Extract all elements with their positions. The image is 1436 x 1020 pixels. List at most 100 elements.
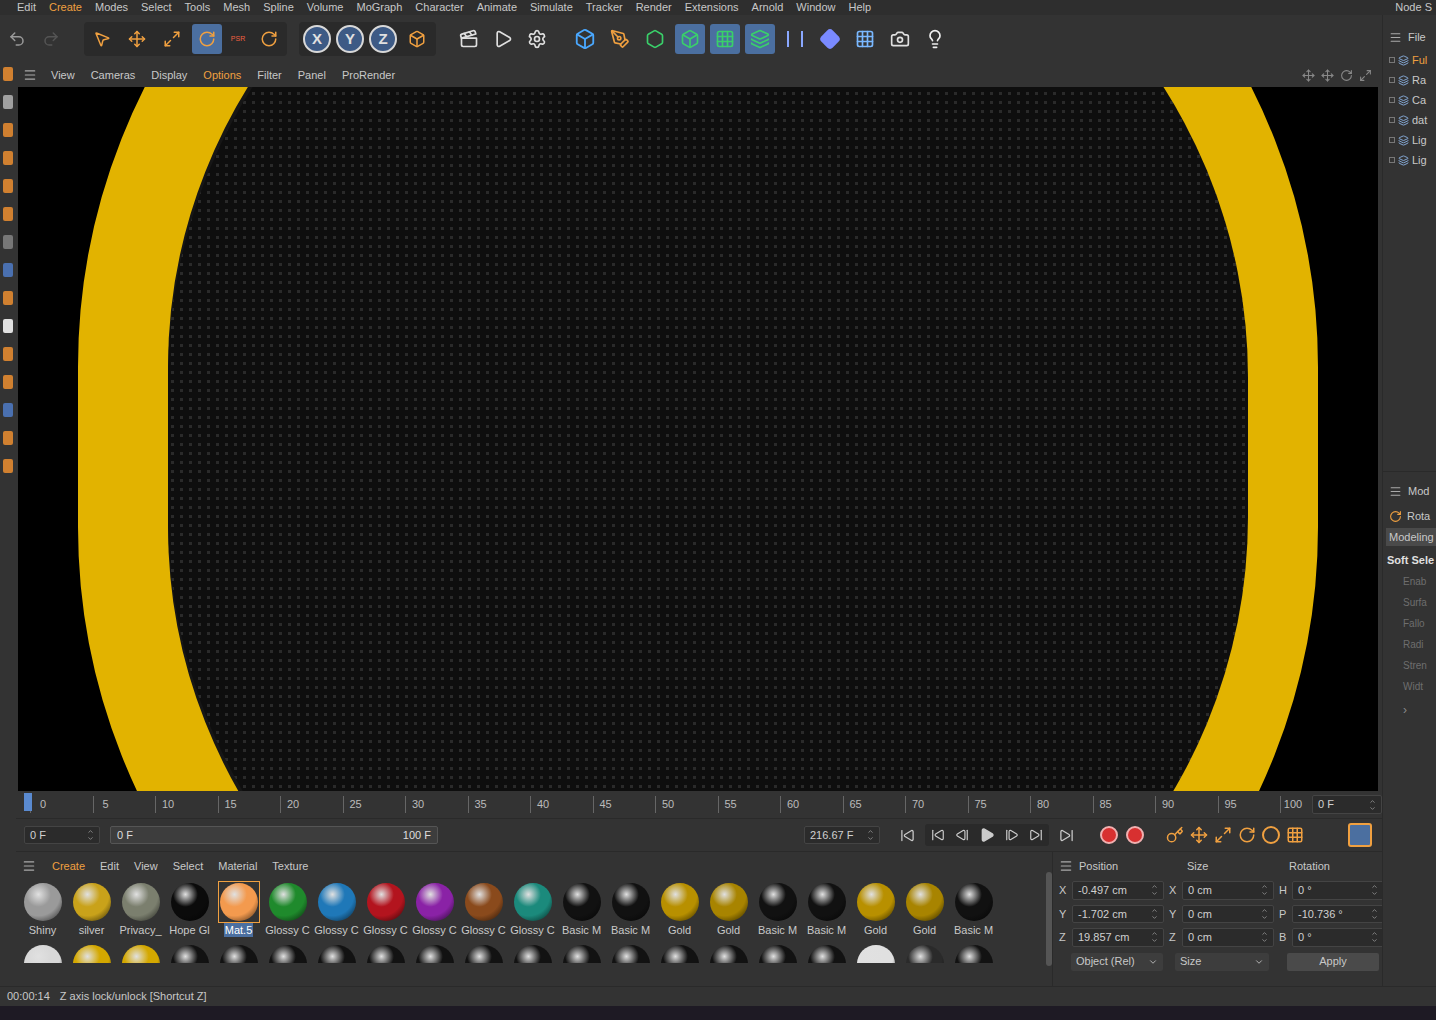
mode-tool-icon[interactable] bbox=[3, 95, 13, 109]
next-key-icon[interactable] bbox=[1029, 828, 1043, 842]
material-preview[interactable] bbox=[759, 945, 797, 963]
render-view-button[interactable] bbox=[454, 24, 484, 54]
menu-item[interactable]: Mesh bbox=[223, 2, 250, 13]
key-param-icon[interactable] bbox=[1262, 826, 1280, 844]
next-frame-icon[interactable] bbox=[1005, 828, 1019, 842]
key-pla-icon[interactable] bbox=[1286, 826, 1304, 844]
cloner-button[interactable] bbox=[710, 24, 740, 54]
position-field[interactable]: 19.857 cm bbox=[1072, 928, 1164, 947]
material-preview[interactable] bbox=[857, 883, 895, 921]
menu-item[interactable]: Extensions bbox=[685, 2, 739, 13]
material-preview[interactable] bbox=[955, 883, 993, 921]
spin-arrows-icon[interactable] bbox=[1151, 930, 1158, 944]
timeline-window-icon[interactable] bbox=[1348, 823, 1372, 847]
mode-tool-icon[interactable] bbox=[3, 67, 13, 81]
spin-arrows-icon[interactable] bbox=[1151, 883, 1158, 897]
material-preview[interactable] bbox=[318, 945, 356, 963]
material-swatch[interactable]: Gold bbox=[704, 877, 753, 937]
size-mode-dropdown[interactable]: Size bbox=[1175, 953, 1269, 971]
material-swatch[interactable]: Basic M bbox=[606, 877, 655, 937]
spin-arrows-icon[interactable] bbox=[1371, 930, 1378, 944]
pan-view-icon[interactable] bbox=[1302, 69, 1315, 82]
mode-tool-icon[interactable] bbox=[3, 151, 13, 165]
axis-lock-button[interactable]: X bbox=[303, 25, 331, 53]
object-row[interactable]: Lig bbox=[1383, 150, 1436, 170]
viewport-menu-item[interactable]: Cameras bbox=[91, 67, 136, 84]
cube-button[interactable] bbox=[570, 24, 600, 54]
hamburger-icon[interactable] bbox=[1389, 485, 1402, 498]
mode-tool-icon[interactable] bbox=[3, 431, 13, 445]
material-preview[interactable] bbox=[808, 883, 846, 921]
material-preview[interactable] bbox=[710, 945, 748, 963]
material-preview[interactable] bbox=[465, 945, 503, 963]
record-icon[interactable] bbox=[1100, 826, 1118, 844]
hamburger-icon[interactable] bbox=[1059, 859, 1073, 873]
material-preview[interactable] bbox=[514, 883, 552, 921]
expand-box-icon[interactable] bbox=[1389, 97, 1395, 103]
material-swatch[interactable]: Glossy C bbox=[508, 877, 557, 937]
render-settings-button[interactable] bbox=[522, 24, 552, 54]
viewport-menu-item[interactable]: Display bbox=[151, 67, 187, 84]
material-swatch[interactable]: Privacy_ bbox=[116, 877, 165, 937]
material-preview[interactable] bbox=[661, 883, 699, 921]
object-row[interactable]: dat bbox=[1383, 110, 1436, 130]
position-field[interactable]: -0.497 cm bbox=[1072, 881, 1164, 900]
menu-item[interactable]: Animate bbox=[477, 2, 517, 13]
spin-arrows-icon[interactable] bbox=[1371, 907, 1378, 921]
camera-button[interactable] bbox=[885, 24, 915, 54]
auto-key-icon[interactable] bbox=[1126, 826, 1144, 844]
material-preview[interactable] bbox=[808, 945, 846, 963]
material-preview[interactable] bbox=[24, 945, 62, 963]
field-button[interactable] bbox=[815, 24, 845, 54]
material-preview[interactable] bbox=[367, 945, 405, 963]
spin-arrows-icon[interactable] bbox=[1261, 930, 1268, 944]
material-preview[interactable] bbox=[220, 883, 258, 921]
menu-item[interactable]: Modes bbox=[95, 2, 128, 13]
timeline-ruler[interactable]: 0510152025303540455055606570758085909510… bbox=[16, 791, 1382, 819]
psr-button[interactable]: PSR bbox=[227, 24, 249, 54]
menu-item[interactable]: Select bbox=[141, 2, 172, 13]
material-preview[interactable] bbox=[171, 883, 209, 921]
material-swatch[interactable]: Hope Gl bbox=[165, 877, 214, 937]
mode-tool-icon[interactable] bbox=[3, 459, 13, 473]
expand-box-icon[interactable] bbox=[1389, 77, 1395, 83]
viewport-menu-item[interactable]: Panel bbox=[298, 67, 326, 84]
previous-key-icon[interactable] bbox=[931, 828, 945, 842]
key-scale-icon[interactable] bbox=[1214, 826, 1232, 844]
move-tool-button[interactable] bbox=[122, 24, 152, 54]
material-menu-item[interactable]: View bbox=[134, 858, 158, 875]
axis-lock-button[interactable]: Z bbox=[369, 25, 397, 53]
orbit-view-icon[interactable] bbox=[1340, 69, 1353, 82]
key-position-icon[interactable] bbox=[1190, 826, 1208, 844]
material-preview[interactable] bbox=[416, 945, 454, 963]
mode-tool-icon[interactable] bbox=[3, 291, 13, 305]
menu-item[interactable]: Tools bbox=[185, 2, 211, 13]
material-swatch[interactable]: Mat.5 bbox=[214, 877, 263, 937]
menu-item[interactable]: Arnold bbox=[752, 2, 784, 13]
play-icon[interactable] bbox=[979, 827, 995, 843]
material-swatch[interactable]: silver bbox=[67, 877, 116, 937]
viewport-menu-item[interactable]: View bbox=[51, 67, 75, 84]
mode-tool-icon[interactable] bbox=[3, 403, 13, 417]
hamburger-icon[interactable] bbox=[23, 68, 37, 82]
material-preview[interactable] bbox=[906, 883, 944, 921]
rotation-field[interactable]: -10.736 ° bbox=[1292, 905, 1384, 924]
object-row[interactable]: Lig bbox=[1383, 130, 1436, 150]
menu-item[interactable]: Create bbox=[49, 2, 82, 13]
menu-item[interactable]: Render bbox=[636, 2, 672, 13]
menu-item[interactable]: MoGraph bbox=[356, 2, 402, 13]
end-frame-field[interactable]: 216.67 F bbox=[804, 826, 880, 845]
scale-tool-button[interactable] bbox=[157, 24, 187, 54]
apply-button[interactable]: Apply bbox=[1287, 953, 1379, 971]
menu-item[interactable]: Spline bbox=[263, 2, 294, 13]
spin-arrows-icon[interactable] bbox=[1151, 907, 1158, 921]
mode-tool-icon[interactable] bbox=[3, 179, 13, 193]
material-preview[interactable] bbox=[563, 945, 601, 963]
floor-button[interactable] bbox=[850, 24, 880, 54]
material-swatch[interactable]: Glossy C bbox=[361, 877, 410, 937]
recent-tool-button[interactable] bbox=[254, 24, 284, 54]
viewport-menu-item[interactable]: Filter bbox=[257, 67, 281, 84]
playhead[interactable] bbox=[24, 793, 32, 811]
expand-box-icon[interactable] bbox=[1389, 137, 1395, 143]
frame-range-slider[interactable]: 0 F100 F bbox=[110, 826, 438, 845]
